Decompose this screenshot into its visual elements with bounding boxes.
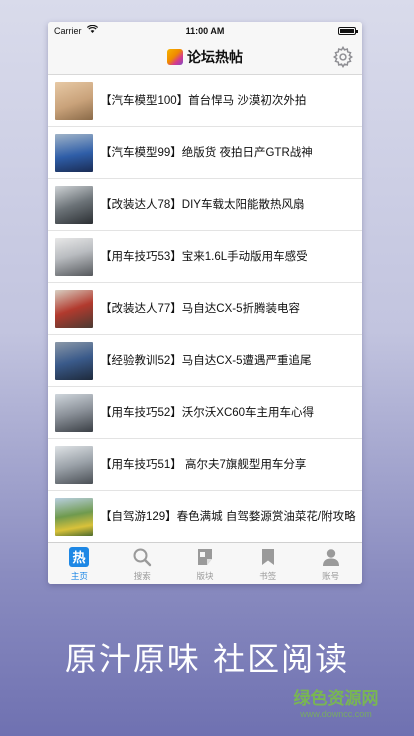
tab-label: 主页	[70, 571, 88, 581]
bookmark-icon	[261, 549, 274, 565]
post-thumbnail	[55, 290, 93, 328]
board-icon	[197, 549, 212, 565]
tab-label: 版块	[196, 571, 214, 581]
post-title: 【汽车模型99】绝版货 夜拍日产GTR战神	[100, 147, 313, 159]
post-title: 【改装达人78】DIY车载太阳能散热风扇	[100, 199, 305, 211]
post-list: 【汽车模型100】首台悍马 沙漠初次外拍 【汽车模型99】绝版货 夜拍日产GTR…	[48, 75, 362, 543]
tab-bookmarks[interactable]: 书签	[236, 543, 299, 584]
phone-screen: Carrier 11:00 AM 论坛热帖 【汽车模型100】首台悍马 沙漠初次…	[48, 22, 362, 584]
post-item[interactable]: 【用车技巧52】沃尔沃XC60车主用车心得	[48, 387, 362, 439]
search-icon	[133, 548, 152, 567]
watermark-url: www.downcc.com	[300, 709, 372, 719]
promo-tagline: 原汁原味 社区阅读	[64, 640, 350, 678]
watermark: 绿色资源网 www.downcc.com	[278, 684, 394, 719]
post-item[interactable]: 【经验教训52】马自达CX-5遭遇严重追尾	[48, 335, 362, 387]
post-title: 【用车技巧51】 高尔夫7旗舰型用车分享	[100, 459, 307, 471]
gear-icon	[333, 45, 353, 69]
post-title: 【汽车模型100】首台悍马 沙漠初次外拍	[100, 95, 307, 107]
tab-boards[interactable]: 版块	[174, 543, 237, 584]
post-thumbnail	[55, 82, 93, 120]
post-item[interactable]: 【用车技巧51】 高尔夫7旗舰型用车分享	[48, 439, 362, 491]
post-thumbnail	[55, 394, 93, 432]
post-title: 【用车技巧52】沃尔沃XC60车主用车心得	[100, 407, 315, 419]
settings-gear-button[interactable]	[332, 45, 354, 69]
post-thumbnail	[55, 134, 93, 172]
post-item[interactable]: 【改装达人78】DIY车载太阳能散热风扇	[48, 179, 362, 231]
hot-icon: 热	[69, 547, 90, 567]
post-item[interactable]: 【汽车模型100】首台悍马 沙漠初次外拍	[48, 75, 362, 127]
post-item[interactable]: 【汽车模型99】绝版货 夜拍日产GTR战神	[48, 127, 362, 179]
page-title: 论坛热帖	[187, 49, 243, 65]
post-title: 【用车技巧53】宝来1.6L手动版用车感受	[100, 251, 308, 263]
post-thumbnail	[55, 498, 93, 536]
post-item[interactable]: 【改装达人77】马自达CX-5折腾装电容	[48, 283, 362, 335]
tab-label: 账号	[322, 571, 340, 581]
post-title: 【自驾游129】春色满城 自驾婺源赏油菜花/附攻略	[100, 511, 356, 523]
post-thumbnail	[55, 446, 93, 484]
post-title: 【经验教训52】马自达CX-5遭遇严重追尾	[100, 355, 312, 367]
tab-account[interactable]: 账号	[299, 543, 362, 584]
post-item[interactable]: 【自驾游129】春色满城 自驾婺源赏油菜花/附攻略	[48, 491, 362, 543]
post-thumbnail	[55, 186, 93, 224]
clock-label: 11:00 AM	[185, 26, 225, 36]
battery-icon	[338, 27, 358, 35]
navigation-bar: 论坛热帖	[48, 40, 362, 75]
tab-home[interactable]: 热 主页	[48, 543, 111, 584]
post-item[interactable]: 【用车技巧53】宝来1.6L手动版用车感受	[48, 231, 362, 283]
post-title: 【改装达人77】马自达CX-5折腾装电容	[100, 303, 300, 315]
tab-label: 搜索	[133, 571, 151, 581]
tab-bar: 热 主页 搜索 版块 书签 账号	[48, 542, 362, 584]
watermark-text: 绿色资源网	[293, 689, 379, 709]
app-logo-icon	[167, 49, 183, 65]
post-thumbnail	[55, 342, 93, 380]
tab-search[interactable]: 搜索	[111, 543, 174, 584]
post-thumbnail	[55, 238, 93, 276]
person-icon	[322, 549, 339, 566]
hot-icon-glyph: 热	[73, 550, 86, 566]
tab-label: 书签	[259, 571, 277, 581]
status-bar: Carrier 11:00 AM	[48, 22, 362, 40]
